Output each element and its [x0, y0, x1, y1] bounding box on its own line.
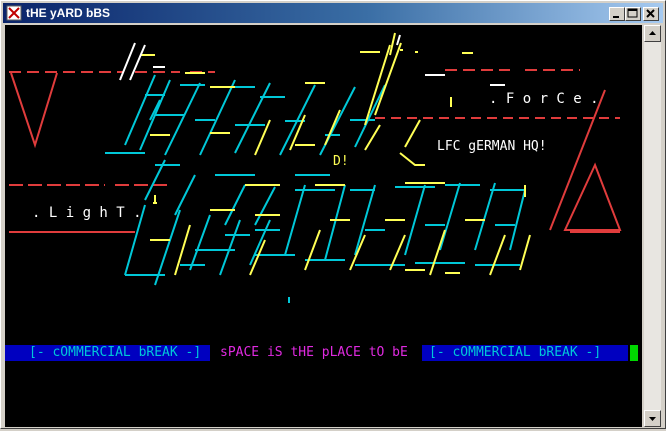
- maximize-button[interactable]: [625, 7, 641, 21]
- maximize-icon: [627, 8, 638, 18]
- terminal-app-icon: [6, 5, 22, 21]
- bbs-window: tHE yARD bBS . F o r C e . . L i g h T .…: [0, 0, 666, 429]
- mark-text: D!: [333, 154, 349, 169]
- status-right-label: [- cOMMERCIAL bREAK -]: [429, 345, 602, 360]
- tagline-right: . F o r C e .: [489, 91, 599, 107]
- ansi-art-logo: . F o r C e . . L i g h T . LFC gERMAN H…: [9, 32, 622, 303]
- tagline-left: . L i g h T .: [32, 205, 142, 221]
- white-strokes: [119, 34, 505, 86]
- subtitle: LFC gERMAN HQ!: [437, 139, 547, 154]
- status-center-label: sPACE iS tHE pLACE tO bE: [220, 345, 408, 360]
- window-title: tHE yARD bBS: [26, 6, 111, 20]
- status-left-label: [- cOMMERCIAL bREAK -]: [29, 345, 202, 360]
- close-icon: [646, 9, 655, 18]
- scroll-up-button[interactable]: [644, 25, 661, 42]
- minimize-icon: [613, 16, 619, 18]
- vertical-scrollbar[interactable]: [644, 25, 661, 427]
- art-text: . F o r C e . . L i g h T . LFC gERMAN H…: [32, 91, 599, 221]
- minimize-button[interactable]: [609, 7, 625, 21]
- close-button[interactable]: [643, 7, 659, 21]
- cyan-strokes: [105, 74, 526, 303]
- arrow-down-icon: [649, 417, 656, 421]
- title-bar[interactable]: tHE yARD bBS: [3, 3, 663, 23]
- arrow-up-icon: [649, 31, 656, 35]
- cursor-block: [630, 345, 638, 361]
- terminal-screen[interactable]: . F o r C e . . L i g h T . LFC gERMAN H…: [5, 25, 642, 427]
- scroll-down-button[interactable]: [644, 410, 661, 427]
